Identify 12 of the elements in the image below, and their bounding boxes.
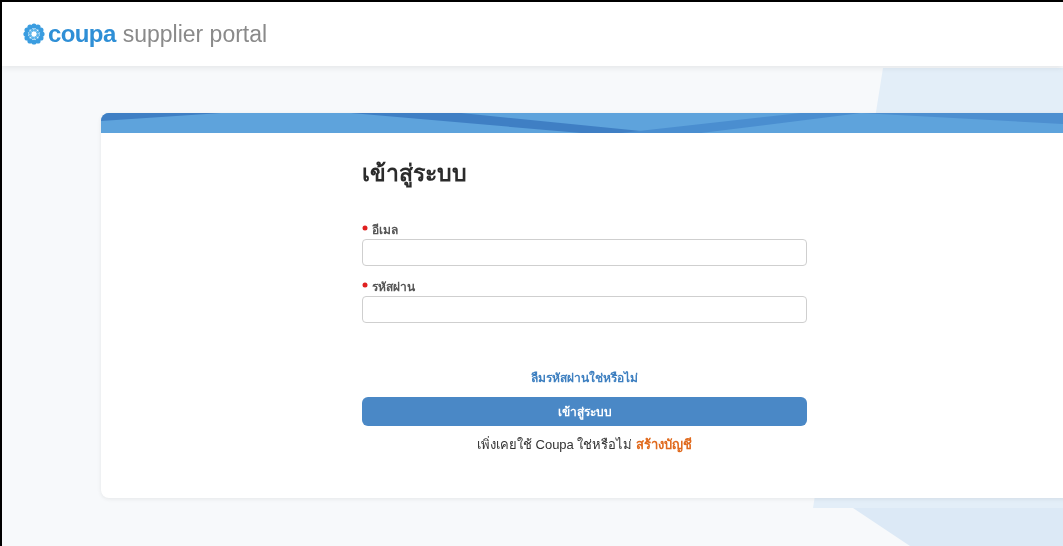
- field-label: รหัสผ่าน: [372, 279, 415, 296]
- login-title: เข้าสู่ระบบ: [362, 159, 468, 190]
- starburst-logo-icon: [22, 22, 46, 46]
- forgot-password-link[interactable]: ลืมรหัสผ่านใช่หรือไม่: [531, 369, 638, 387]
- logo-product: supplier portal: [122, 22, 268, 46]
- create-account-link[interactable]: สร้างบัญชี: [636, 437, 693, 452]
- login-button[interactable]: เข้าสู่ระบบ: [362, 397, 807, 426]
- signup-prompt: เพิ่งเคยใช้ Coupa ใช่หรือไม่ สร้างบัญชี: [476, 435, 693, 455]
- input-field[interactable]: [362, 239, 807, 266]
- logo-brand: coupa: [48, 22, 116, 46]
- field-label: อีเมล: [372, 222, 398, 239]
- input-field[interactable]: [362, 296, 807, 323]
